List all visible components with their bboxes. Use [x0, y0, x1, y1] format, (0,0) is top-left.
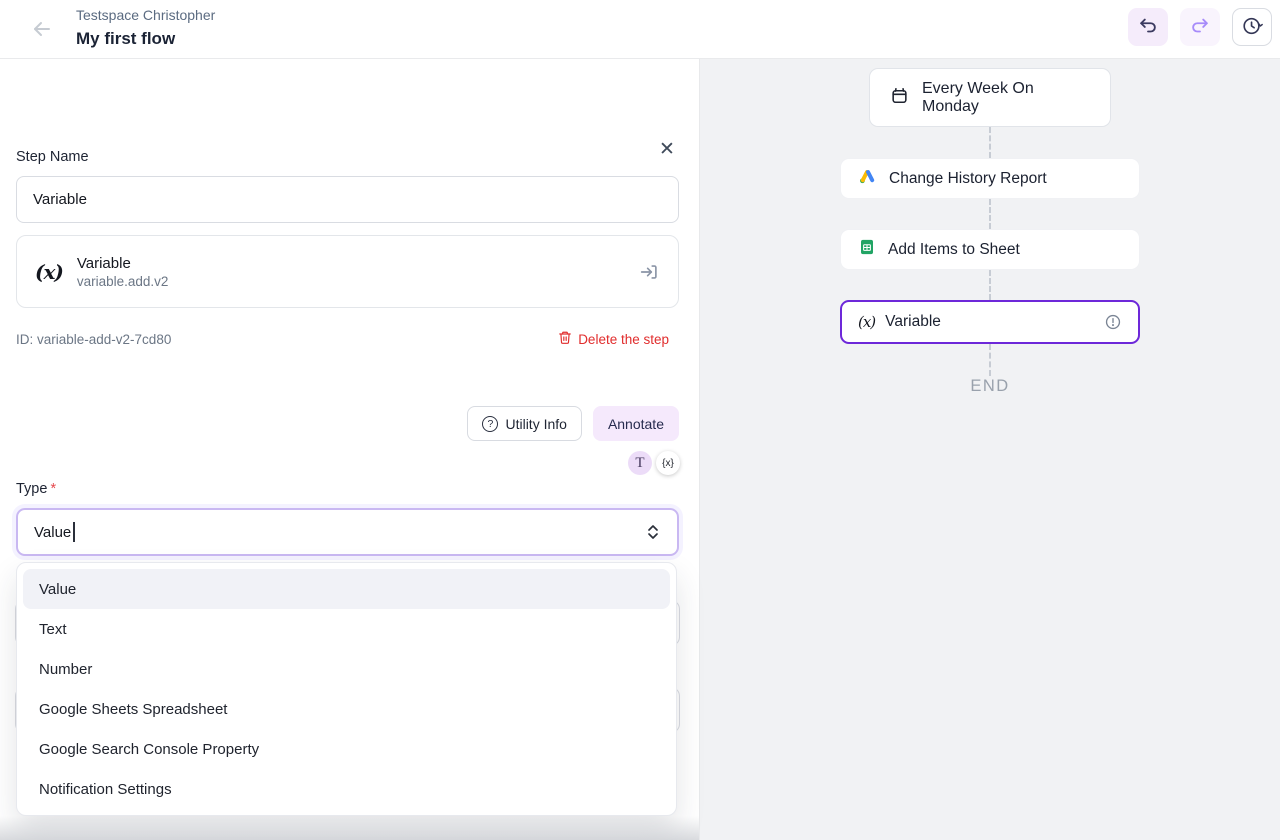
utility-info-label: Utility Info — [505, 416, 566, 432]
flow-node-trigger[interactable]: Every Week On Monday — [869, 68, 1111, 127]
variable-fx-icon: (x) — [35, 260, 63, 284]
undo-arrow-icon — [1137, 15, 1159, 40]
step-id-row: ID: variable-add-v2-7cd80 Delete the ste… — [16, 330, 669, 348]
step-name-label: Step Name — [16, 149, 89, 165]
step-name-value: Variable — [33, 191, 87, 208]
flow-connector — [989, 199, 991, 229]
type-dropdown: Value Text Number Google Sheets Spreadsh… — [16, 562, 677, 816]
step-name-input[interactable]: Variable — [16, 176, 679, 223]
google-sheets-icon — [858, 238, 876, 261]
dropdown-option-number[interactable]: Number — [23, 649, 670, 689]
annotate-button[interactable]: Annotate — [593, 406, 679, 441]
step-card-title: Variable — [77, 255, 169, 272]
panel-actions-row: ? Utility Info Annotate — [467, 406, 679, 441]
type-label: Type — [16, 481, 47, 497]
type-select[interactable]: Value — [16, 508, 679, 556]
main-content: ✕ Step Name Variable (x) Variable variab… — [0, 59, 1280, 840]
text-cursor — [73, 522, 75, 542]
flow-end-label: END — [970, 377, 1009, 396]
flow-node-label: Add Items to Sheet — [888, 241, 1020, 259]
flow-node-label: Every Week On Monday — [922, 80, 1090, 116]
flow-node-label: Change History Report — [889, 170, 1047, 188]
dropdown-option-value[interactable]: Value — [23, 569, 670, 609]
step-editor-panel: ✕ Step Name Variable (x) Variable variab… — [0, 59, 700, 840]
google-ads-icon — [858, 167, 877, 191]
alert-circle-icon — [1104, 313, 1122, 331]
step-card-subtitle: variable.add.v2 — [77, 274, 169, 289]
variable-fx-icon: (x) — [858, 313, 875, 331]
header-actions — [1128, 8, 1272, 46]
dropdown-option-notification-settings[interactable]: Notification Settings — [23, 769, 670, 809]
variable-mode-toggle[interactable]: {x} — [656, 451, 680, 475]
chevron-up-down-icon — [645, 523, 661, 541]
flow-node-add-items-to-sheet[interactable]: Add Items to Sheet — [840, 229, 1140, 270]
flow-connector — [989, 127, 991, 158]
type-select-value: Value — [34, 524, 71, 541]
flow-canvas[interactable]: Every Week On Monday Change History Repo… — [700, 59, 1280, 840]
delete-step-button[interactable]: Delete the step — [558, 330, 669, 348]
arrow-into-bracket-icon[interactable] — [638, 261, 660, 283]
header-titles: Testspace Christopher My first flow — [76, 5, 215, 52]
step-type-card[interactable]: (x) Variable variable.add.v2 — [16, 235, 679, 308]
step-id: ID: variable-add-v2-7cd80 — [16, 332, 171, 347]
type-label-row: Type* — [16, 481, 56, 497]
flow-connector — [989, 344, 991, 376]
flow-node-variable-selected[interactable]: (x) Variable — [840, 300, 1140, 344]
delete-step-label: Delete the step — [578, 332, 669, 347]
help-circle-icon: ? — [482, 416, 498, 432]
step-card-texts: Variable variable.add.v2 — [77, 255, 169, 289]
flow-node-change-history-report[interactable]: Change History Report — [840, 158, 1140, 199]
calendar-icon — [890, 86, 909, 110]
page-title: My first flow — [76, 25, 215, 52]
dropdown-option-google-sheets-spreadsheet[interactable]: Google Sheets Spreadsheet — [23, 689, 670, 729]
flow-connector — [989, 270, 991, 300]
utility-info-button[interactable]: ? Utility Info — [467, 406, 581, 441]
required-marker: * — [50, 481, 56, 497]
redo-button[interactable] — [1180, 8, 1220, 46]
back-button[interactable] — [28, 16, 56, 44]
redo-arrow-icon — [1189, 15, 1211, 40]
app-header: Testspace Christopher My first flow — [0, 0, 1280, 59]
undo-button[interactable] — [1128, 8, 1168, 46]
close-icon[interactable]: ✕ — [655, 138, 679, 162]
dropdown-option-google-search-console-property[interactable]: Google Search Console Property — [23, 729, 670, 769]
field-tools-row: T {x} — [628, 451, 680, 475]
flow-node-label: Variable — [885, 313, 941, 331]
version-history-button[interactable] — [1232, 8, 1272, 46]
panel-bottom-shadow — [0, 816, 699, 840]
breadcrumb: Testspace Christopher — [76, 5, 215, 25]
arrow-left-icon — [30, 17, 54, 44]
trash-icon — [558, 330, 572, 348]
text-mode-toggle[interactable]: T — [628, 451, 652, 475]
clock-history-icon — [1241, 15, 1263, 40]
dropdown-option-text[interactable]: Text — [23, 609, 670, 649]
